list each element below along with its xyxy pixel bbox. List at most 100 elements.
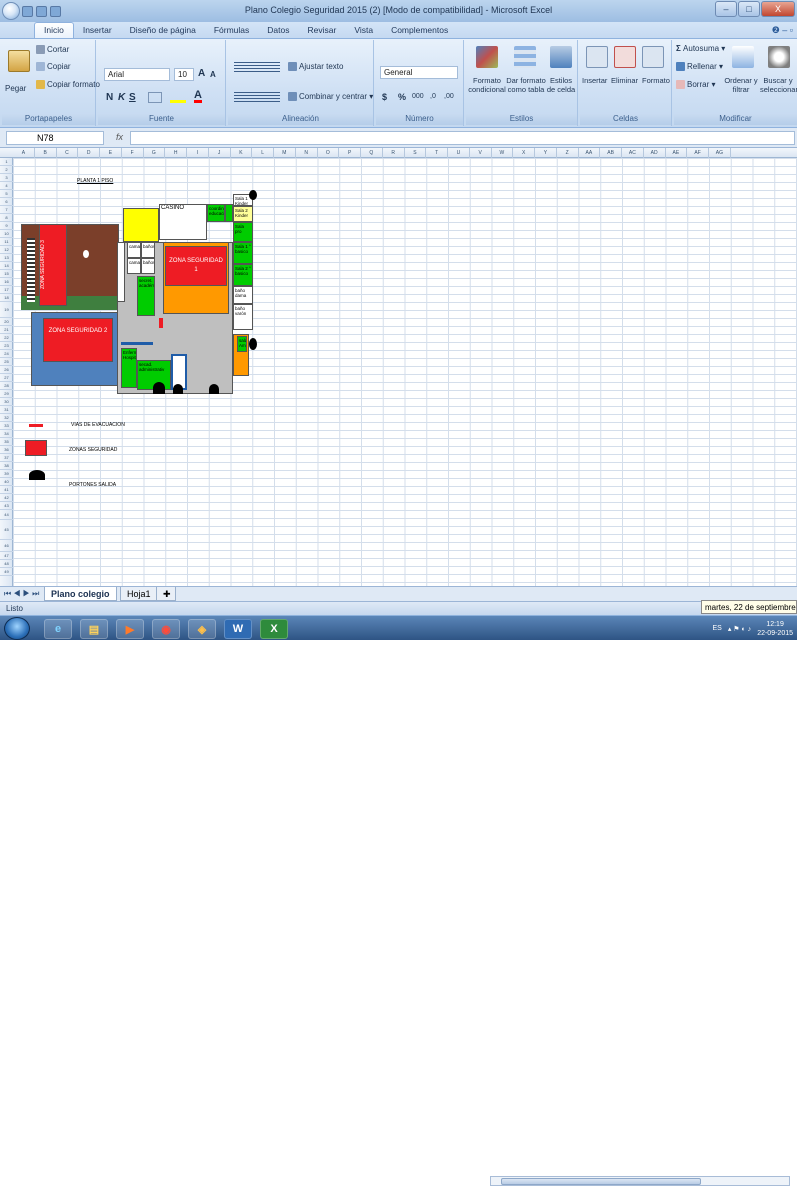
row-header[interactable]: 18 [0, 294, 13, 302]
row-header[interactable]: 38 [0, 462, 13, 470]
column-header[interactable]: L [252, 148, 274, 158]
column-header[interactable]: X [513, 148, 535, 158]
delete-button[interactable]: Eliminar [611, 76, 638, 85]
grow-font-button[interactable]: A [198, 68, 205, 79]
font-color-button[interactable]: A [194, 90, 202, 103]
currency-button[interactable]: $ [382, 92, 387, 102]
row-header[interactable]: 31 [0, 406, 13, 414]
sheet-nav-arrows[interactable]: ⏮ ◀ ▶ ⏭ [4, 589, 39, 599]
tab-datos[interactable]: Datos [258, 23, 298, 38]
percent-button[interactable]: % [398, 92, 406, 102]
thousands-button[interactable]: 000 [412, 93, 424, 100]
column-header[interactable]: F [122, 148, 144, 158]
row-header[interactable]: 41 [0, 486, 13, 494]
paste-label[interactable]: Pegar [5, 84, 26, 93]
row-header[interactable]: 22 [0, 334, 13, 342]
find-select-button[interactable]: Buscar y seleccionar [760, 76, 797, 94]
column-header[interactable]: A [13, 148, 35, 158]
column-header[interactable]: I [187, 148, 209, 158]
row-header[interactable]: 47 [0, 552, 13, 560]
column-header[interactable]: AE [666, 148, 688, 158]
tab-inicio[interactable]: Inicio [34, 22, 74, 38]
format-painter-button[interactable]: Copiar formato [36, 80, 100, 90]
row-header[interactable]: 37 [0, 454, 13, 462]
cut-button[interactable]: Cortar [36, 45, 69, 55]
worksheet-grid[interactable]: PLANTA 1 PISO ZONA SEGURIDAD 3 ZONA SEGU… [13, 158, 797, 586]
column-header[interactable]: AG [709, 148, 731, 158]
clock[interactable]: 12:19 22-09-2015 [757, 620, 793, 638]
media-icon[interactable]: ▶ [116, 619, 144, 639]
row-header[interactable]: 36 [0, 446, 13, 454]
paste-icon[interactable] [8, 50, 30, 72]
column-header[interactable]: P [339, 148, 361, 158]
column-header[interactable]: K [231, 148, 253, 158]
row-header[interactable]: 25 [0, 358, 13, 366]
border-button[interactable] [148, 92, 162, 103]
row-header[interactable]: 42 [0, 494, 13, 502]
row-header[interactable]: 29 [0, 390, 13, 398]
row-header[interactable]: 28 [0, 382, 13, 390]
row-header[interactable]: 34 [0, 430, 13, 438]
cell-styles-button[interactable]: Estilos de celda [546, 76, 576, 94]
scroll-thumb[interactable] [501, 1178, 701, 1185]
column-header[interactable]: Y [535, 148, 557, 158]
row-header[interactable]: 49 [0, 568, 13, 576]
row-header[interactable]: 2 [0, 166, 13, 174]
row-header[interactable]: 8 [0, 214, 13, 222]
row-header[interactable]: 1 [0, 158, 13, 166]
column-header[interactable]: M [274, 148, 296, 158]
cell-styles-icon[interactable] [550, 46, 572, 68]
column-header[interactable]: AD [644, 148, 666, 158]
row-header[interactable]: 10 [0, 230, 13, 238]
help-icon[interactable]: ❷ – ▫ [772, 25, 793, 36]
column-header[interactable]: AF [687, 148, 709, 158]
format-cells-icon[interactable] [642, 46, 664, 68]
row-header[interactable]: 40 [0, 478, 13, 486]
column-header[interactable]: G [144, 148, 166, 158]
column-header[interactable]: D [78, 148, 100, 158]
row-header[interactable]: 24 [0, 350, 13, 358]
row-header[interactable]: 5 [0, 190, 13, 198]
tab-revisar[interactable]: Revisar [299, 23, 346, 38]
row-header[interactable]: 13 [0, 254, 13, 262]
excel-icon[interactable]: X [260, 619, 288, 639]
close-button[interactable]: X [761, 1, 795, 17]
column-header[interactable]: T [426, 148, 448, 158]
insert-function-icon[interactable]: fx [116, 132, 123, 142]
tray-icons[interactable]: ▴ ⚑ ◐ ♪ [728, 625, 751, 633]
font-size-select[interactable]: 10 [174, 68, 194, 81]
row-header[interactable]: 39 [0, 470, 13, 478]
row-header[interactable]: 4 [0, 182, 13, 190]
clear-button[interactable]: Borrar ▾ [676, 80, 715, 90]
row-header[interactable]: 32 [0, 414, 13, 422]
row-header[interactable]: 12 [0, 246, 13, 254]
number-format-select[interactable]: General [380, 66, 458, 79]
row-header[interactable]: 11 [0, 238, 13, 246]
italic-button[interactable]: K [118, 92, 125, 103]
start-button[interactable] [4, 617, 30, 640]
row-header[interactable]: 14 [0, 262, 13, 270]
row-header[interactable]: 17 [0, 286, 13, 294]
column-header[interactable]: O [318, 148, 340, 158]
tab-insertar[interactable]: Insertar [74, 23, 121, 38]
minimize-button[interactable]: – [715, 1, 737, 17]
app-icon[interactable]: ◈ [188, 619, 216, 639]
row-header[interactable]: 43 [0, 502, 13, 510]
tab-complementos[interactable]: Complementos [382, 23, 457, 38]
column-header[interactable]: N [296, 148, 318, 158]
delete-cells-icon[interactable] [614, 46, 636, 68]
format-table-icon[interactable] [514, 46, 536, 68]
name-box[interactable]: N78 [6, 131, 104, 145]
column-header[interactable]: S [405, 148, 427, 158]
row-header[interactable]: 33 [0, 422, 13, 430]
autosum-button[interactable]: Σ Autosuma ▾ [676, 44, 725, 53]
row-header[interactable]: 44 [0, 510, 13, 520]
column-header[interactable]: AA [579, 148, 601, 158]
row-header[interactable]: 21 [0, 326, 13, 334]
align-center-icons[interactable] [234, 92, 280, 104]
tab-vista[interactable]: Vista [345, 23, 382, 38]
row-header[interactable]: 9 [0, 222, 13, 230]
column-header[interactable]: J [209, 148, 231, 158]
row-header[interactable]: 46 [0, 540, 13, 552]
word-icon[interactable]: W [224, 619, 252, 639]
